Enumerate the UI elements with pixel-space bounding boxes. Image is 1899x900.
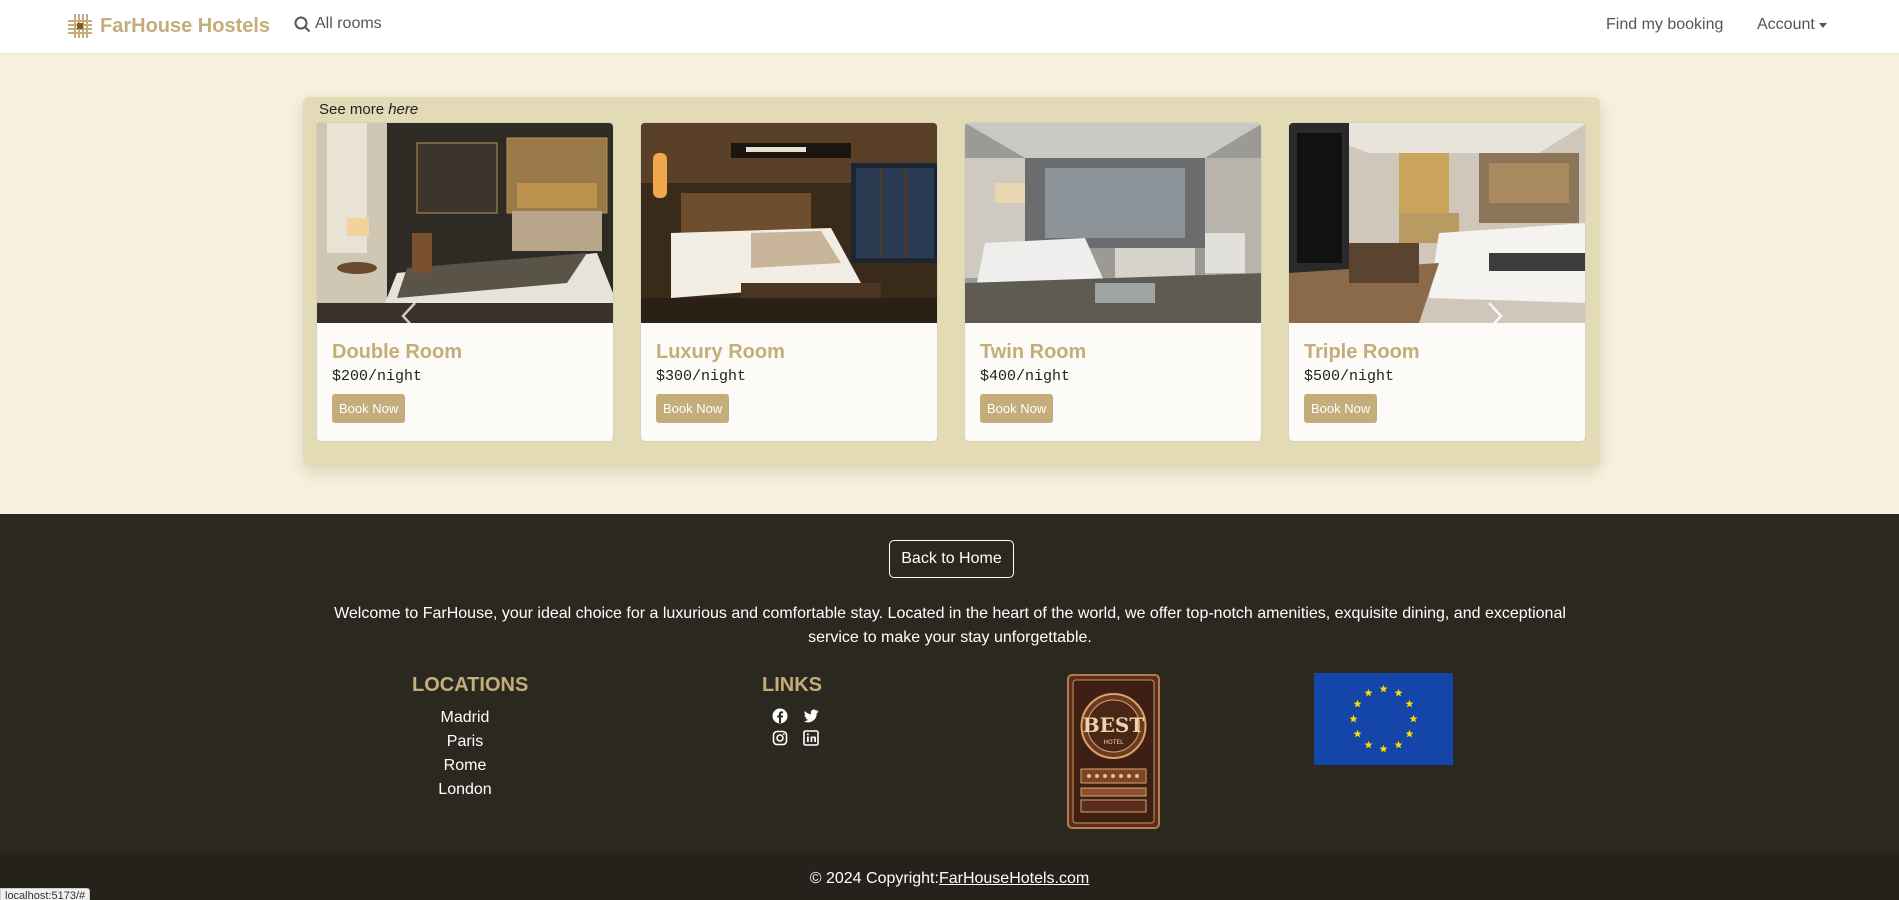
brand-logo-icon xyxy=(68,14,92,38)
location-item[interactable]: Rome xyxy=(415,754,515,778)
navbar: FarHouse Hostels All rooms Find my booki… xyxy=(0,0,1899,53)
room-image xyxy=(641,123,937,323)
all-rooms-label: All rooms xyxy=(315,15,382,32)
room-card: Triple Room $500/night Book Now xyxy=(1288,122,1586,442)
badge-hotel-text: HOTEL xyxy=(1103,739,1124,746)
linkedin-icon[interactable] xyxy=(803,730,819,746)
best-hotel-badge: BEST HOTEL xyxy=(1067,674,1160,829)
book-now-button[interactable]: Book Now xyxy=(980,394,1054,423)
links-heading: LINKS xyxy=(762,674,822,696)
room-card: Twin Room $400/night Book Now xyxy=(964,122,1262,442)
book-now-button[interactable]: Book Now xyxy=(1304,394,1378,423)
locations-list: Madrid Paris Rome London xyxy=(415,706,515,802)
instagram-icon[interactable] xyxy=(772,730,788,746)
locations-heading: LOCATIONS xyxy=(412,674,529,696)
room-price: $300/night xyxy=(656,368,747,385)
badge-best-text: BEST xyxy=(1083,713,1145,737)
location-item[interactable]: Madrid xyxy=(415,706,515,730)
room-card: Luxury Room $300/night Book Now xyxy=(640,122,938,442)
room-title: Twin Room xyxy=(980,341,1087,363)
location-item[interactable]: London xyxy=(415,778,515,802)
room-price: $500/night xyxy=(1304,368,1395,385)
room-image xyxy=(1289,123,1585,323)
find-my-booking-link[interactable]: Find my booking xyxy=(1606,16,1723,34)
location-item[interactable]: Paris xyxy=(415,730,515,754)
account-dropdown[interactable]: Account xyxy=(1757,16,1827,34)
eu-flag-image xyxy=(1314,673,1453,765)
room-image xyxy=(965,123,1261,323)
see-more-prefix: See more xyxy=(319,101,389,118)
social-links xyxy=(772,708,820,746)
room-price: $200/night xyxy=(332,368,423,385)
carousel-prev-icon[interactable] xyxy=(399,301,419,323)
twitter-icon[interactable] xyxy=(803,708,819,724)
book-now-button[interactable]: Book Now xyxy=(332,394,406,423)
carousel-next-icon[interactable] xyxy=(1485,301,1505,323)
search-icon xyxy=(294,16,311,32)
back-to-home-button[interactable]: Back to Home xyxy=(889,540,1014,578)
room-title: Triple Room xyxy=(1304,341,1420,363)
room-title: Double Room xyxy=(332,341,462,363)
copyright-bar: © 2024 Copyright:FarHouseHotels.com xyxy=(0,852,1899,900)
account-label: Account xyxy=(1757,16,1815,33)
footer: Back to Home Welcome to FarHouse, your i… xyxy=(0,514,1899,852)
chevron-down-icon xyxy=(1818,22,1827,28)
facebook-icon[interactable] xyxy=(772,708,788,724)
see-more-link[interactable]: here xyxy=(388,101,418,118)
brand-link[interactable]: FarHouse Hostels xyxy=(66,12,270,40)
room-card: Double Room $200/night Book Now xyxy=(316,122,614,442)
copyright-prefix: © 2024 Copyright: xyxy=(809,870,939,887)
about-text: Welcome to FarHouse, your ideal choice f… xyxy=(334,605,1566,646)
room-image xyxy=(317,123,613,323)
room-title: Luxury Room xyxy=(656,341,785,363)
see-more-text: See more here xyxy=(319,101,418,118)
all-rooms-link[interactable]: All rooms xyxy=(294,15,382,33)
brand-name: FarHouse Hostels xyxy=(100,14,271,37)
book-now-button[interactable]: Book Now xyxy=(656,394,730,423)
browser-status-url: localhost:5173/# xyxy=(0,888,91,900)
copyright-link[interactable]: FarHouseHotels.com xyxy=(939,870,1089,887)
room-price: $400/night xyxy=(980,368,1071,385)
rooms-carousel: See more here Double Room $200/night Boo… xyxy=(303,97,1600,466)
copyright-text: © 2024 Copyright:FarHouseHotels.com xyxy=(0,870,1899,888)
